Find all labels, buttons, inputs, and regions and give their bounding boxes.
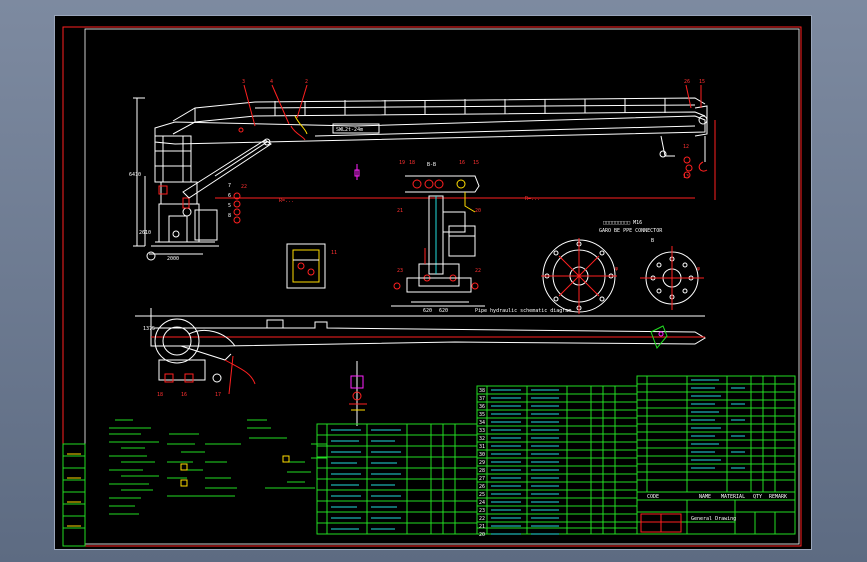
parts-row-number: 26 (479, 484, 485, 490)
parts-table-middle: 38 37 36 35 34 33 32 31 30 29 28 27 26 25 24 23 22 21 20 (476, 385, 638, 538)
balloon-4: 4 (270, 79, 273, 85)
svg-text:20: 20 (475, 208, 481, 214)
svg-text:B-B: B-B (427, 162, 436, 168)
svg-text:11: 11 (331, 250, 337, 256)
parts-table-right (636, 375, 796, 493)
balloon-12: 12 (683, 144, 689, 150)
title-header-code: CODE (647, 494, 659, 500)
balloon-18: 18 (157, 392, 163, 398)
parts-row-number: 27 (479, 476, 485, 482)
parts-row-number: 33 (479, 428, 485, 434)
drawing-title: General Drawing (691, 516, 736, 522)
title-header-qty: QTY (753, 494, 762, 500)
balloon-15: 15 (699, 79, 705, 85)
parts-row-number: 21 (479, 524, 485, 530)
svg-text:φ: φ (615, 266, 618, 272)
component-detail (349, 361, 367, 426)
svg-text:R=...: R=... (279, 198, 294, 204)
title-header-name: NAME (699, 494, 711, 500)
parts-row-number: 25 (479, 492, 485, 498)
parts-row-number: 29 (479, 460, 485, 466)
balloon-16: 16 (181, 392, 187, 398)
balloon-26: 26 (684, 79, 690, 85)
parts-row-number: 38 (479, 388, 485, 394)
svg-text:GARO BE PPE CONNECTOR: GARO BE PPE CONNECTOR (599, 228, 663, 234)
svg-text:8: 8 (228, 213, 231, 219)
parts-table-left (316, 423, 478, 535)
crane-elevation: SWL2t-24m 76 58 6410 2610 2000 R=... R=.… (129, 79, 716, 262)
parts-row-number: 31 (479, 444, 485, 450)
svg-text:□□□□□□□□□ M16: □□□□□□□□□ M16 (603, 220, 642, 226)
balloon-2: 2 (305, 79, 308, 85)
svg-text:7: 7 (228, 183, 231, 189)
technical-notes (109, 419, 327, 515)
parts-row-number: 24 (479, 500, 485, 506)
parts-row-number: 32 (479, 436, 485, 442)
parts-row-number: 23 (479, 508, 485, 514)
crane-plan-view: 1375 18 16 17 (135, 308, 706, 398)
svg-text:16: 16 (459, 160, 465, 166)
title-block: CODE NAME MATERIAL QTY REMARK General Dr… (636, 491, 796, 535)
parts-row-number: 22 (479, 516, 485, 522)
parts-row-number: 30 (479, 452, 485, 458)
svg-text:15: 15 (473, 160, 479, 166)
cad-viewport[interactable]: SWL2t-24m 7 6 5 8 6410 2610 2000 R=... R… (54, 15, 812, 550)
svg-text:620: 620 (423, 308, 432, 314)
svg-text:21: 21 (397, 208, 403, 214)
parts-row-number: 20 (479, 532, 485, 538)
parts-row-number: 35 (479, 412, 485, 418)
svg-text:1375: 1375 (143, 326, 155, 332)
boom-label: SWL2t-24m (336, 127, 363, 133)
parts-row-number: 36 (479, 404, 485, 410)
svg-text:φ: φ (697, 266, 700, 272)
balloon-3: 3 (242, 79, 245, 85)
pipe-title: Pipe hydraulic schematic diagram (475, 308, 571, 314)
svg-text:19: 19 (399, 160, 405, 166)
svg-text:5: 5 (228, 203, 231, 209)
pipe-schematic: B-B Pipe hydraulic schematic diagram 19 1… (391, 160, 571, 314)
slewing-ring-view: φ (541, 238, 618, 314)
svg-text:B: B (651, 238, 654, 244)
revision-box (62, 443, 86, 547)
title-header-remark: REMARK (769, 494, 787, 500)
title-header-material: MATERIAL (721, 494, 745, 500)
balloon-17: 17 (215, 392, 221, 398)
svg-text:2610: 2610 (139, 230, 151, 236)
parts-row-number: 37 (479, 396, 485, 402)
balloon-13: 13 (683, 174, 689, 180)
engineering-drawing: SWL2t-24m 76 58 6410 2610 2000 R=... R=.… (62, 26, 802, 547)
svg-text:22: 22 (475, 268, 481, 274)
parts-row-number: 28 (479, 468, 485, 474)
balloon-22: 22 (241, 184, 247, 190)
svg-text:6410: 6410 (129, 172, 141, 178)
svg-text:620: 620 (439, 308, 448, 314)
svg-text:18: 18 (409, 160, 415, 166)
parts-row-number: 34 (479, 420, 485, 426)
svg-text:23: 23 (397, 268, 403, 274)
svg-text:2000: 2000 (167, 256, 179, 262)
detail-view: 11 (286, 243, 337, 289)
svg-text:R=...: R=... (525, 196, 540, 202)
flange-view: □□□□□□□□□ M16 GARO BE PPE CONNECTOR B φ (599, 220, 704, 310)
